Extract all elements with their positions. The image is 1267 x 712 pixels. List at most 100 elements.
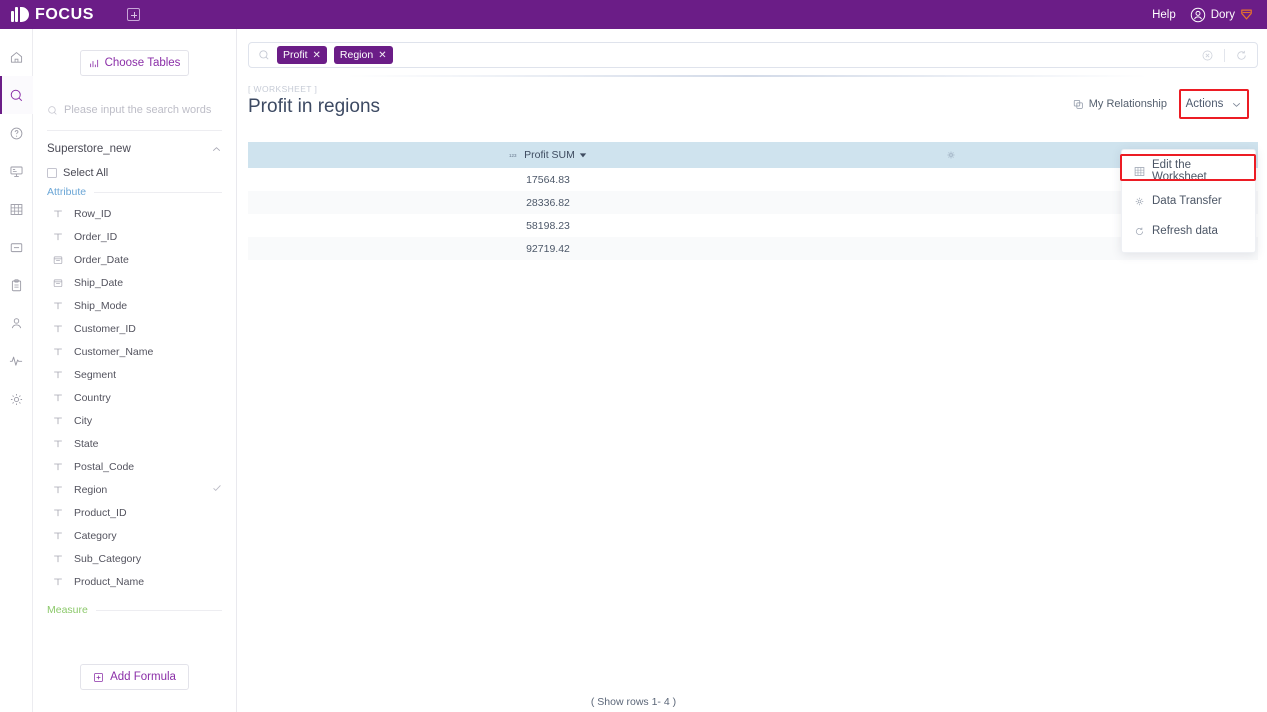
text-icon: [53, 370, 66, 380]
table-row[interactable]: 28336.82Central: [248, 191, 1258, 214]
focus-logo-icon: [11, 7, 29, 22]
checkbox-box: [47, 168, 57, 178]
field-item[interactable]: City: [33, 409, 236, 432]
rail-item-clipboard[interactable]: [0, 266, 33, 304]
field-item[interactable]: Segment: [33, 363, 236, 386]
rail-item-monitoring[interactable]: [0, 342, 33, 380]
table-group-header[interactable]: Superstore_new: [47, 143, 222, 155]
brand-logo[interactable]: FOCUS: [11, 6, 94, 24]
column-header-settings[interactable]: [848, 142, 1053, 168]
field-label: Order_Date: [74, 253, 129, 266]
table-row[interactable]: 92719.42East: [248, 237, 1258, 260]
close-circle-icon[interactable]: [1201, 49, 1214, 62]
field-label: Product_Name: [74, 575, 145, 588]
cell-profit: 58198.23: [526, 219, 570, 232]
text-icon: [53, 462, 66, 472]
field-item[interactable]: Region: [33, 478, 236, 501]
query-search-bar[interactable]: Profit ✕ Region ✕: [248, 42, 1258, 68]
field-item[interactable]: Customer_ID: [33, 317, 236, 340]
table-row[interactable]: 17564.83South: [248, 168, 1258, 191]
grid-icon: [10, 203, 22, 215]
rail-item-search[interactable]: [0, 76, 33, 114]
field-label: City: [74, 414, 93, 427]
actions-label: Actions: [1185, 98, 1224, 110]
field-item[interactable]: Order_Date: [33, 248, 236, 271]
text-icon: [53, 531, 66, 541]
field-item[interactable]: Sub_Category: [33, 547, 236, 570]
activity-icon: [9, 356, 23, 366]
toolbar-divider: [1224, 48, 1225, 62]
actions-menu-item-label: Refresh data: [1152, 225, 1218, 237]
field-label: Ship_Date: [74, 276, 124, 289]
chevron-up-icon[interactable]: [211, 144, 222, 155]
sort-desc-icon[interactable]: [579, 151, 587, 159]
rail-item-help[interactable]: [0, 114, 33, 152]
rail-item-tables[interactable]: [0, 190, 33, 228]
text-icon: [53, 416, 66, 426]
close-icon[interactable]: ✕: [378, 50, 386, 61]
field-item[interactable]: Row_ID: [33, 202, 236, 225]
search-chips: Profit ✕ Region ✕: [277, 46, 393, 64]
measure-label: Measure: [47, 604, 88, 616]
field-item[interactable]: Order_ID: [33, 225, 236, 248]
field-item[interactable]: Ship_Date: [33, 271, 236, 294]
field-item[interactable]: Product_Name: [33, 570, 236, 593]
search-chip[interactable]: Profit ✕: [277, 46, 327, 64]
attribute-label: Attribute: [47, 186, 87, 198]
main-content: Profit ✕ Region ✕ [ WORKSHEET ] Profit in r…: [237, 29, 1267, 712]
field-search-placeholder: Please input the search words: [64, 104, 212, 116]
rail-item-home[interactable]: [0, 38, 33, 76]
gear-icon: [947, 151, 954, 159]
field-search-input[interactable]: Please input the search words: [47, 98, 222, 122]
relationship-icon: [1073, 99, 1083, 109]
field-label: Country: [74, 391, 111, 404]
refresh-icon[interactable]: [1235, 49, 1248, 62]
rail-item-account[interactable]: [0, 304, 33, 342]
field-label: Sub_Category: [74, 552, 142, 565]
close-icon[interactable]: ✕: [313, 50, 321, 61]
field-label: Order_ID: [74, 230, 118, 243]
actions-menu-item[interactable]: Edit the Worksheet: [1120, 154, 1256, 186]
field-item[interactable]: State: [33, 432, 236, 455]
field-item[interactable]: Country: [33, 386, 236, 409]
plus-square-icon[interactable]: [127, 8, 140, 21]
top-navigation-bar: FOCUS Help Dory: [0, 0, 1267, 29]
actions-menu-item[interactable]: Data Transfer: [1122, 186, 1255, 216]
measure-section-header: Measure: [47, 604, 222, 616]
field-item[interactable]: Category: [33, 524, 236, 547]
add-formula-button[interactable]: Add Formula: [80, 664, 189, 690]
rail-item-collapse[interactable]: [0, 228, 33, 266]
field-item[interactable]: Product_ID: [33, 501, 236, 524]
attribute-field-list: Row_ID Order_ID Order_Date Ship_Date Ship_Mo…: [33, 202, 236, 593]
plus-square-icon: [94, 672, 103, 682]
actions-button[interactable]: Actions: [1179, 89, 1249, 119]
field-label: State: [74, 437, 99, 450]
field-item[interactable]: Ship_Mode: [33, 294, 236, 317]
help-link[interactable]: Help: [1152, 9, 1176, 21]
grid-icon: [1134, 166, 1145, 177]
minus-square-icon: [10, 242, 22, 252]
clipboard-icon: [11, 278, 21, 291]
field-item[interactable]: Postal_Code: [33, 455, 236, 478]
actions-menu-item[interactable]: Refresh data: [1122, 216, 1255, 246]
user-menu[interactable]: Dory: [1190, 7, 1253, 23]
rail-item-presentation[interactable]: [0, 152, 33, 190]
choose-tables-label: Choose Tables: [104, 57, 181, 69]
text-icon: [53, 324, 66, 334]
monitor-icon: [9, 166, 23, 177]
chart-icon: [89, 59, 98, 67]
field-item[interactable]: Customer_Name: [33, 340, 236, 363]
number-123-icon: 123: [509, 151, 520, 160]
column-header-profit[interactable]: 123 Profit SUM: [248, 142, 848, 168]
search-chip[interactable]: Region ✕: [333, 46, 393, 64]
search-icon: [48, 105, 57, 115]
rail-item-settings[interactable]: [0, 380, 33, 418]
user-name: Dory: [1210, 8, 1235, 21]
cell-profit: 92719.42: [526, 242, 570, 255]
add-formula-label: Add Formula: [110, 671, 176, 683]
my-relationship-button[interactable]: My Relationship: [1073, 98, 1167, 110]
select-all-checkbox[interactable]: Select All: [47, 167, 222, 179]
choose-tables-button[interactable]: Choose Tables: [80, 50, 189, 76]
table-row[interactable]: 58198.23West: [248, 214, 1258, 237]
field-label: Row_ID: [74, 207, 112, 220]
